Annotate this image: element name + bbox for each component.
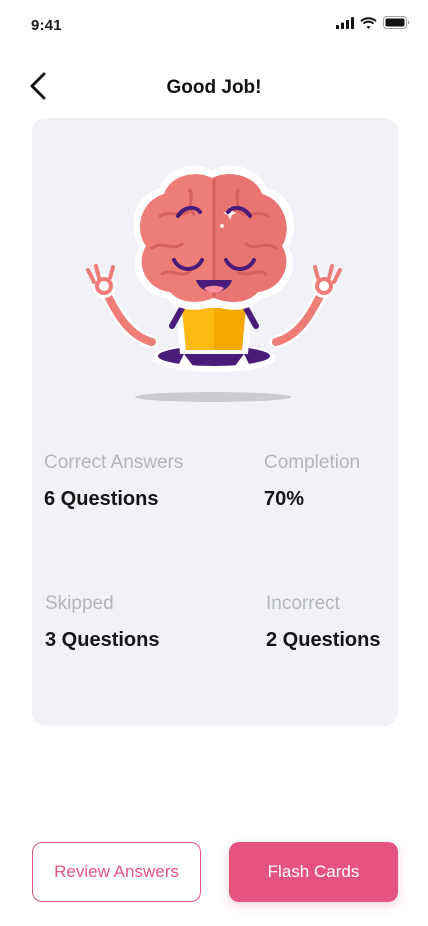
stat-completion: Completion 70% (264, 452, 360, 511)
stat-value: 70% (264, 488, 305, 510)
page-title: Good Job! (166, 77, 262, 98)
result-card: Correct Answers 6 Questions Completion 7… (32, 118, 398, 726)
stat-label: Incorrect (266, 593, 340, 614)
stat-skipped: Skipped 3 Questions (45, 593, 159, 652)
status-bar: 9:41 (0, 0, 428, 50)
stat-value: 3 Questions (45, 629, 160, 651)
battery-icon (383, 16, 410, 29)
status-time: 9:41 (31, 17, 62, 34)
stat-value: 2 Questions (266, 629, 381, 651)
quiz-result-screen: 9:41 Good Job! Correct Answers 6 Questio… (0, 0, 428, 926)
meditating-brain-mascot (86, 165, 342, 402)
wifi-icon (360, 16, 377, 29)
stat-value: 6 Questions (44, 488, 159, 510)
header: Good Job! (0, 60, 428, 116)
flash-cards-button[interactable]: Flash Cards (229, 842, 398, 902)
stat-incorrect: Incorrect 2 Questions (266, 593, 380, 652)
stat-correct-answers: Correct Answers 6 Questions (44, 452, 183, 511)
stat-label: Skipped (45, 593, 114, 614)
status-icons (336, 16, 410, 29)
review-answers-button[interactable]: Review Answers (32, 842, 201, 902)
stat-label: Completion (264, 452, 361, 473)
cellular-signal-icon (336, 16, 354, 29)
stat-label: Correct Answers (44, 452, 184, 473)
